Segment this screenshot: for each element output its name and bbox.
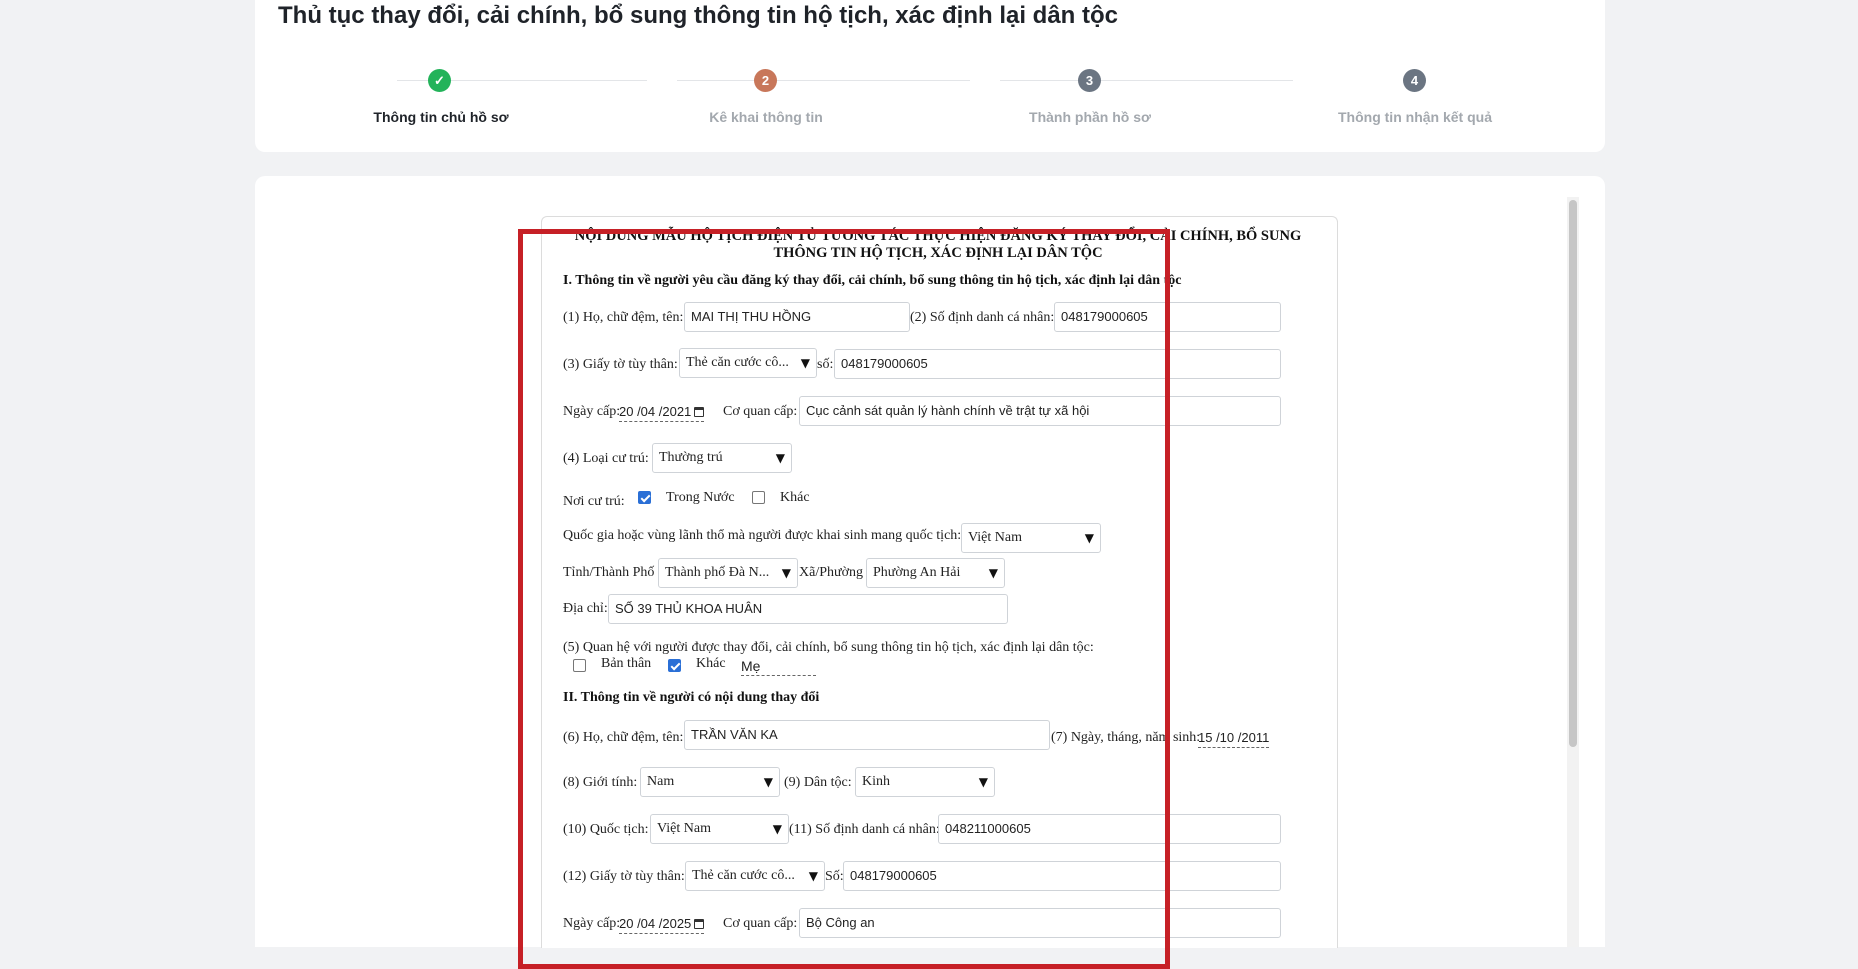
step-label-result-info[interactable]: Thông tin nhận kết quả [1285,109,1545,125]
calendar-icon[interactable] [694,919,705,929]
label-subject-nationality: (10) Quốc tịch: [563,822,649,837]
label-subject-dob: (7) Ngày, tháng, năm sinh: [1051,730,1201,745]
label-requester-issue-date: Ngày cấp: [563,404,621,419]
province-value: Thành phố Đà N... [665,565,770,580]
scrollbar-thumb[interactable] [1569,200,1577,747]
subject-doc-no-input[interactable]: 048179000605 [843,861,1281,891]
subject-gender-value: Nam [647,774,675,789]
country-value: Việt Nam [968,530,1022,545]
requester-name-input[interactable]: MAI THỊ THU HỒNG [684,302,910,332]
ward-value: Phường An Hải [873,565,961,580]
subject-id-input[interactable]: 048211000605 [938,814,1281,844]
subject-name-input[interactable]: TRẦN VĂN KA [684,720,1050,750]
step-connector [677,80,970,81]
form-title-line1: NỘI DUNG MẪU HỘ TỊCH ĐIỆN TỬ TƯƠNG TÁC T… [574,228,1302,244]
subject-nationality-value: Việt Nam [657,821,711,836]
label-subject-ethnic: (9) Dân tộc: [784,775,852,790]
label-requester-doc: (3) Giấy tờ tùy thân: [563,357,678,372]
province-select[interactable]: Thành phố Đà N... ▼ [658,558,798,588]
requester-doc-no-input[interactable]: 048179000605 [834,349,1281,379]
page-title: Thủ tục thay đổi, cải chính, bổ sung thô… [278,2,1118,29]
calendar-icon[interactable] [694,407,705,417]
relation-other-input[interactable]: Mẹ [741,657,816,676]
dropdown-arrow-icon: ▼ [988,566,998,580]
dropdown-arrow-icon: ▼ [772,822,782,836]
subject-issuer-input[interactable]: Bộ Công an [799,908,1281,938]
subject-nationality-select[interactable]: Việt Nam ▼ [650,814,789,844]
subject-ethnic-select[interactable]: Kinh ▼ [855,767,995,797]
requester-doc-select[interactable]: Thẻ căn cước cô... ▼ [679,348,817,378]
subject-doc-select[interactable]: Thẻ căn cước cô... ▼ [685,861,825,891]
requester-issuer-input[interactable]: Cục cảnh sát quản lý hành chính về trật … [799,396,1281,426]
residence-type-value: Thường trú [659,450,723,465]
requester-doc-value: Thẻ căn cước cô... [686,355,789,370]
dropdown-arrow-icon: ▼ [775,451,785,465]
country-select[interactable]: Việt Nam ▼ [961,523,1101,553]
step-label-declaration[interactable]: Kê khai thông tin [636,109,896,125]
subject-ethnic-value: Kinh [862,774,890,789]
dropdown-arrow-icon: ▼ [808,869,818,883]
label-residence-place: Nơi cư trú: [563,494,625,509]
step-number-2: 2 [754,69,777,92]
label-subject-gender: (8) Giới tính: [563,775,638,790]
label-requester-doc-no: số: [817,357,834,372]
subject-issue-date-input[interactable]: 20 /04 /2025 [619,915,705,934]
section-heading-subject: II. Thông tin về người có nội dung thay … [563,690,820,705]
progress-stepper: ✓ Thông tin chủ hồ sơ 2 Kê khai thông ti… [255,65,1605,135]
label-relation-other: Khác [696,656,726,671]
dropdown-arrow-icon: ▼ [763,775,773,789]
form-title: NỘI DUNG MẪU HỘ TỊCH ĐIỆN TỬ TƯƠNG TÁC T… [548,228,1328,262]
label-relation: (5) Quan hệ với người được thay đổi, cải… [563,640,1094,655]
label-country: Quốc gia hoặc vùng lãnh thổ mà người đượ… [563,528,962,543]
dropdown-arrow-icon: ▼ [1084,531,1094,545]
label-subject-issue-date: Ngày cấp: [563,916,621,931]
relation-other-checkbox[interactable] [668,659,681,672]
relation-self-checkbox[interactable] [573,659,586,672]
step-label-documents[interactable]: Thành phần hồ sơ [960,109,1220,125]
residence-domestic-checkbox[interactable] [638,491,651,504]
check-icon: ✓ [428,69,451,92]
residence-type-select[interactable]: Thường trú ▼ [652,443,792,473]
label-residence-type: (4) Loại cư trú: [563,451,649,466]
step-connector [1000,80,1293,81]
section-heading-requester: I. Thông tin về người yêu cầu đăng ký th… [563,273,1182,288]
label-subject-doc: (12) Giấy tờ tùy thân: [563,869,685,884]
requester-id-input[interactable]: 048179000605 [1054,302,1281,332]
label-requester-issuer: Cơ quan cấp: [723,404,798,419]
residence-other-checkbox[interactable] [752,491,765,504]
label-domestic: Trong Nước [666,490,735,505]
dropdown-arrow-icon: ▼ [781,566,791,580]
subject-issue-date-value: 20 /04 /2025 [619,916,692,931]
label-ward: Xã/Phường [799,565,863,580]
label-requester-name: (1) Họ, chữ đệm, tên: [563,310,684,325]
dropdown-arrow-icon: ▼ [800,356,810,370]
label-address: Địa chỉ: [563,601,608,616]
label-subject-issuer: Cơ quan cấp: [723,916,798,931]
label-province: Tỉnh/Thành Phố [563,565,655,580]
step-number-4: 4 [1403,69,1426,92]
subject-dob-input[interactable]: 15 /10 /2011 [1198,729,1270,748]
step-label-owner-info[interactable]: Thông tin chủ hồ sơ [311,109,571,125]
ward-select[interactable]: Phường An Hải ▼ [866,558,1005,588]
label-residence-other: Khác [780,490,810,505]
address-input[interactable]: SỐ 39 THỦ KHOA HUÂN [608,594,1008,624]
label-requester-id: (2) Số định danh cá nhân: [910,310,1055,325]
requester-issue-date-value: 20 /04 /2021 [619,404,692,419]
label-subject-doc-no: Số: [825,869,844,884]
step-number-3: 3 [1078,69,1101,92]
dropdown-arrow-icon: ▼ [978,775,988,789]
label-subject-name: (6) Họ, chữ đệm, tên: [563,730,684,745]
subject-gender-select[interactable]: Nam ▼ [640,767,780,797]
subject-doc-value: Thẻ căn cước cô... [692,868,795,883]
requester-issue-date-input[interactable]: 20 /04 /2021 [619,403,705,422]
label-self: Bản thân [601,656,652,671]
form-title-line2: THÔNG TIN HỘ TỊCH, XÁC ĐỊNH LẠI DÂN TỘC [773,245,1103,261]
label-subject-id: (11) Số định danh cá nhân: [789,822,940,837]
